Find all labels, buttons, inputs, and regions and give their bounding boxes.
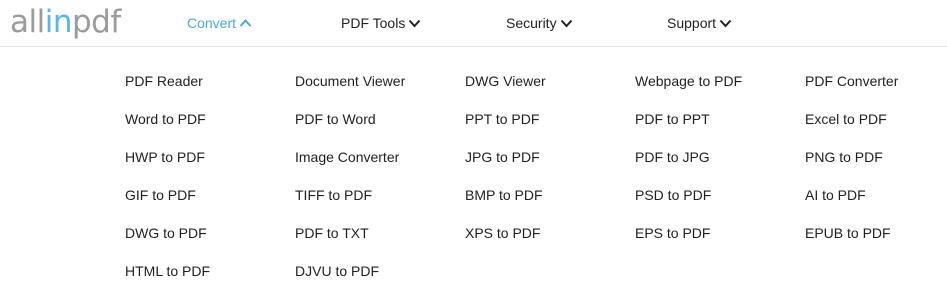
menu-item-xps-to-pdf[interactable]: XPS to PDF — [465, 224, 540, 242]
chevron-down-icon — [408, 18, 421, 28]
nav-convert[interactable]: Convert — [187, 0, 252, 46]
menu-item-bmp-to-pdf[interactable]: BMP to PDF — [465, 186, 543, 204]
top-navigation-bar: all in pdf Convert PDF Tools Security Supp… — [0, 0, 947, 47]
menu-item-image-converter[interactable]: Image Converter — [295, 148, 399, 166]
menu-item-ppt-to-pdf[interactable]: PPT to PDF — [465, 110, 539, 128]
logo-part-all: all — [10, 3, 45, 40]
chevron-down-icon — [560, 18, 573, 28]
menu-item-pdf-to-ppt[interactable]: PDF to PPT — [635, 110, 710, 128]
menu-item-pdf-to-txt[interactable]: PDF to TXT — [295, 224, 369, 242]
menu-item-jpg-to-pdf[interactable]: JPG to PDF — [465, 148, 540, 166]
menu-item-gif-to-pdf[interactable]: GIF to PDF — [125, 186, 196, 204]
chevron-up-icon — [239, 18, 252, 28]
nav-security-label: Security — [506, 15, 557, 31]
nav-pdf-tools-label: PDF Tools — [341, 15, 406, 31]
logo-part-pdf: pdf — [72, 3, 121, 40]
menu-item-webpage-to-pdf[interactable]: Webpage to PDF — [635, 72, 742, 90]
menu-item-html-to-pdf[interactable]: HTML to PDF — [125, 262, 210, 280]
menu-item-ai-to-pdf[interactable]: AI to PDF — [805, 186, 866, 204]
logo-part-in: in — [44, 3, 73, 40]
nav-security[interactable]: Security — [506, 0, 573, 46]
chevron-down-icon — [719, 18, 732, 28]
menu-item-pdf-reader[interactable]: PDF Reader — [125, 72, 203, 90]
allinpdf-logo[interactable]: all in pdf — [10, 0, 121, 44]
menu-item-psd-to-pdf[interactable]: PSD to PDF — [635, 186, 711, 204]
nav-support[interactable]: Support — [667, 0, 732, 46]
menu-item-dwg-to-pdf[interactable]: DWG to PDF — [125, 224, 207, 242]
menu-item-excel-to-pdf[interactable]: Excel to PDF — [805, 110, 887, 128]
menu-item-tiff-to-pdf[interactable]: TIFF to PDF — [295, 186, 372, 204]
menu-item-pdf-to-word[interactable]: PDF to Word — [295, 110, 376, 128]
menu-item-png-to-pdf[interactable]: PNG to PDF — [805, 148, 883, 166]
menu-item-pdf-to-jpg[interactable]: PDF to JPG — [635, 148, 710, 166]
nav-support-label: Support — [667, 15, 717, 31]
menu-item-pdf-converter[interactable]: PDF Converter — [805, 72, 898, 90]
menu-item-document-viewer[interactable]: Document Viewer — [295, 72, 405, 90]
nav-pdf-tools[interactable]: PDF Tools — [341, 0, 421, 46]
menu-item-eps-to-pdf[interactable]: EPS to PDF — [635, 224, 710, 242]
page: all in pdf Convert PDF Tools Security Supp… — [0, 0, 947, 299]
menu-item-hwp-to-pdf[interactable]: HWP to PDF — [125, 148, 205, 166]
menu-item-epub-to-pdf[interactable]: EPUB to PDF — [805, 224, 891, 242]
nav-convert-label: Convert — [187, 15, 237, 31]
menu-item-word-to-pdf[interactable]: Word to PDF — [125, 110, 206, 128]
menu-item-djvu-to-pdf[interactable]: DJVU to PDF — [295, 262, 379, 280]
menu-item-dwg-viewer[interactable]: DWG Viewer — [465, 72, 546, 90]
